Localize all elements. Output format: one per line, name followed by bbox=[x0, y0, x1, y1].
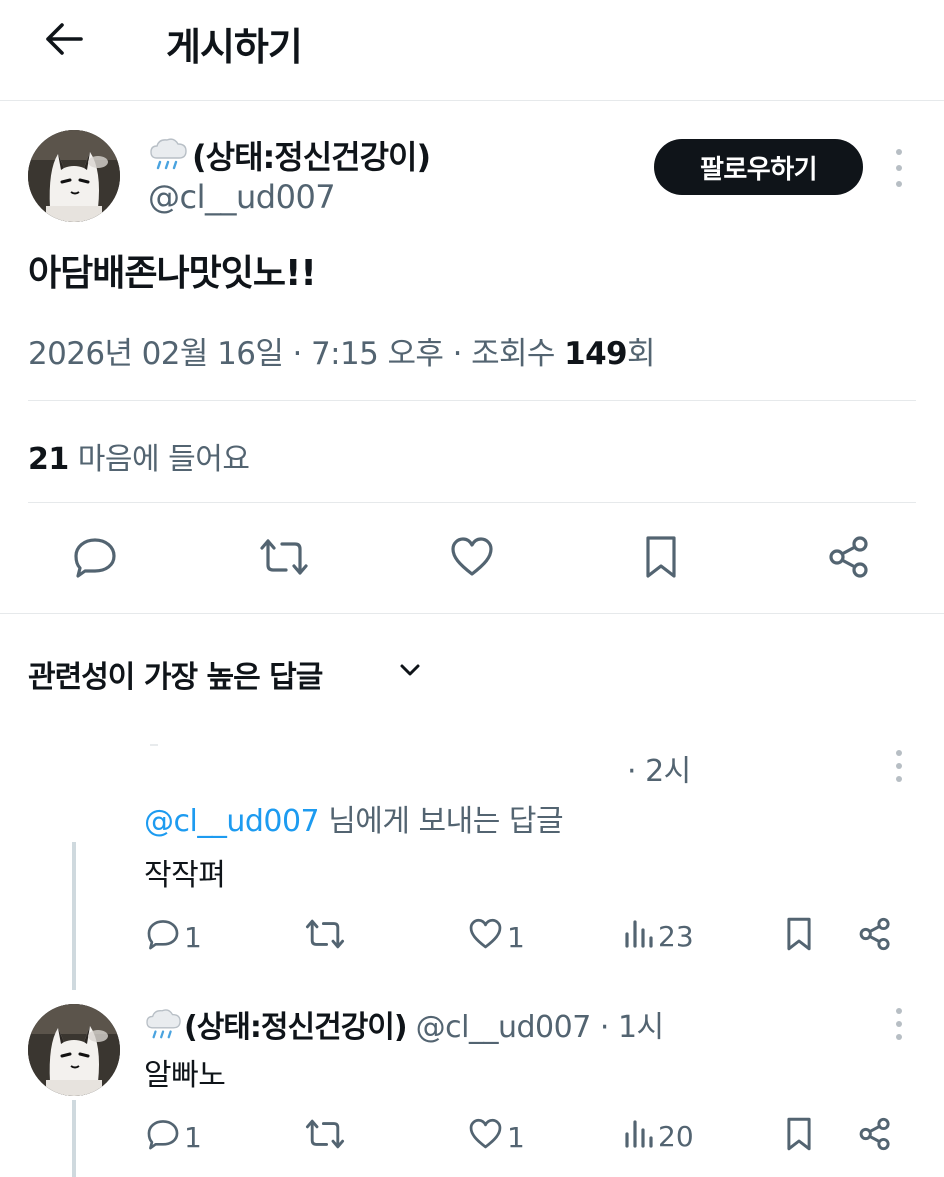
avatar bbox=[150, 744, 158, 746]
views-button[interactable]: 20 bbox=[624, 1118, 694, 1155]
back-button[interactable] bbox=[38, 18, 90, 64]
author-name[interactable]: (상태:정신건강이) bbox=[184, 1010, 408, 1045]
repost-icon bbox=[258, 537, 310, 581]
arrow-left-icon bbox=[44, 22, 84, 60]
replying-to: @cl__ud007 님에게 보내는 답글 bbox=[144, 796, 564, 840]
reply-button[interactable] bbox=[67, 531, 123, 587]
author-handle[interactable]: @cl__ud007 bbox=[148, 178, 336, 216]
heart-icon bbox=[468, 918, 503, 957]
reply-time[interactable]: · 2시 bbox=[627, 746, 691, 790]
likes-summary[interactable]: 21 마음에 들어요 bbox=[28, 434, 250, 478]
bookmark-button[interactable] bbox=[785, 1116, 813, 1159]
repost-icon bbox=[304, 918, 346, 957]
rain-cloud-icon bbox=[144, 1007, 184, 1049]
repost-button[interactable] bbox=[304, 1118, 346, 1157]
bookmark-icon bbox=[785, 916, 813, 959]
author-name[interactable]: (상태:정신건강이) bbox=[148, 132, 431, 180]
follow-button[interactable]: 팔로우하기 bbox=[654, 139, 863, 195]
likes-label: 마음에 들어요 bbox=[68, 442, 250, 477]
header-divider bbox=[0, 100, 944, 101]
thread-line bbox=[72, 1100, 76, 1177]
view-count: 23 bbox=[658, 920, 694, 953]
more-options-icon[interactable] bbox=[893, 149, 905, 187]
author-name-text: (상태:정신건강이) bbox=[192, 138, 431, 176]
like-button[interactable]: 1 bbox=[468, 918, 525, 957]
share-button[interactable] bbox=[858, 1117, 892, 1158]
more-options-icon[interactable] bbox=[893, 1008, 905, 1040]
heart-icon bbox=[468, 1118, 503, 1157]
author-handle[interactable]: @cl__ud007 bbox=[416, 1010, 592, 1045]
share-button[interactable] bbox=[821, 531, 877, 587]
speech-bubble-icon bbox=[72, 536, 118, 582]
speech-bubble-icon bbox=[146, 1118, 180, 1157]
more-options-icon[interactable] bbox=[893, 750, 905, 782]
views-button[interactable]: 23 bbox=[624, 918, 694, 955]
like-count: 1 bbox=[507, 921, 525, 954]
reply-time[interactable]: · 1시 bbox=[600, 1010, 664, 1045]
share-icon bbox=[858, 917, 892, 958]
avatar[interactable] bbox=[28, 1004, 120, 1096]
bar-chart-icon bbox=[624, 1118, 654, 1155]
speech-bubble-icon bbox=[146, 918, 180, 957]
heart-icon bbox=[449, 536, 495, 582]
reply-text: 알빠노 bbox=[144, 1058, 226, 1093]
reply-count: 1 bbox=[184, 921, 202, 954]
share-button[interactable] bbox=[858, 917, 892, 958]
reply-button[interactable]: 1 bbox=[146, 1118, 202, 1157]
rain-cloud-icon bbox=[148, 136, 190, 180]
like-button[interactable] bbox=[444, 531, 500, 587]
thread-line bbox=[72, 842, 76, 990]
like-button[interactable]: 1 bbox=[468, 1118, 525, 1157]
reply-sort-dropdown[interactable]: 관련성이 가장 높은 답글 bbox=[28, 652, 323, 696]
bookmark-button[interactable] bbox=[633, 531, 689, 587]
post-timestamp[interactable]: 2026년 02월 16일 · 7:15 오후 · 조회수 bbox=[28, 336, 564, 372]
view-count: 149 bbox=[564, 336, 628, 372]
view-count: 20 bbox=[658, 1120, 694, 1153]
like-count: 1 bbox=[507, 1121, 525, 1154]
post-text: 아담배존나맛잇노!! bbox=[28, 253, 317, 294]
avatar[interactable] bbox=[28, 130, 120, 222]
repost-icon bbox=[304, 1118, 346, 1157]
view-suffix: 회 bbox=[627, 336, 656, 372]
mention-link[interactable]: @cl__ud007 bbox=[144, 804, 320, 839]
bookmark-icon bbox=[643, 534, 679, 584]
chevron-down-icon[interactable] bbox=[397, 657, 423, 687]
divider bbox=[28, 502, 916, 503]
post-meta: 2026년 02월 16일 · 7:15 오후 · 조회수 149회 bbox=[28, 328, 656, 373]
divider bbox=[0, 613, 944, 614]
reply-count: 1 bbox=[184, 1121, 202, 1154]
bookmark-button[interactable] bbox=[785, 916, 813, 959]
likes-count: 21 bbox=[28, 442, 69, 477]
repost-button[interactable] bbox=[256, 531, 312, 587]
share-icon bbox=[827, 535, 871, 583]
bookmark-icon bbox=[785, 1116, 813, 1159]
page-title: 게시하기 bbox=[166, 25, 303, 69]
replying-to-suffix: 님에게 보내는 답글 bbox=[319, 804, 564, 839]
reply-button[interactable]: 1 bbox=[146, 918, 202, 957]
bar-chart-icon bbox=[624, 918, 654, 955]
reply-header: (상태:정신건강이) @cl__ud007 · 1시 bbox=[144, 1002, 664, 1049]
reply-text: 작작펴 bbox=[144, 858, 226, 893]
share-icon bbox=[858, 1117, 892, 1158]
divider bbox=[28, 400, 916, 401]
repost-button[interactable] bbox=[304, 918, 346, 957]
